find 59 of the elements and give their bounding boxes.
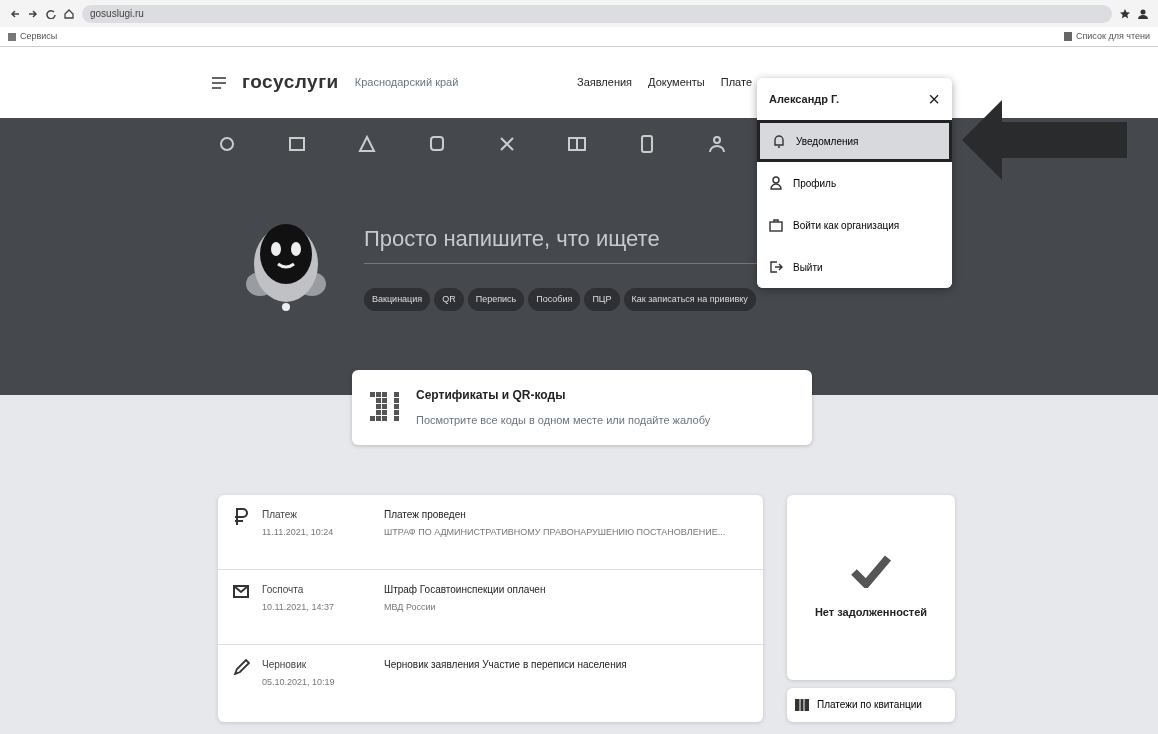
nav-link[interactable]: Заявления — [577, 74, 633, 91]
menu-item[interactable]: Уведомления — [757, 120, 952, 162]
qr-card[interactable]: Сертификаты и QR-коды Посмотрите все коды в одном месте или подайте жалобу — [352, 370, 812, 445]
menu-item[interactable]: Профиль — [757, 162, 952, 204]
close-button[interactable]: × — [928, 84, 940, 114]
nav-link[interactable]: Плате — [720, 74, 752, 91]
exit-icon — [769, 260, 783, 274]
triangle-icon[interactable] — [357, 134, 377, 154]
debt-status: Нет задолженностей — [814, 604, 928, 620]
event-title: Платеж проведен — [384, 507, 467, 522]
event-date: 11.11.2021, 10:24 — [262, 525, 335, 539]
search-chip[interactable]: Перепись — [467, 287, 525, 312]
ruble-icon — [232, 506, 250, 525]
receipt-payment-button[interactable]: Платежи по квитанции — [787, 687, 955, 722]
card-text: Посмотрите все коды в одном месте или подайте жалобу — [416, 413, 711, 428]
region-link[interactable]: Краснодарский край — [354, 74, 459, 91]
home-icon[interactable] — [64, 8, 74, 19]
card-title: Сертификаты и QR-коды — [416, 387, 567, 404]
event-type: Госпочта — [262, 582, 305, 597]
search-chip[interactable]: QR — [434, 287, 464, 312]
circle-icon[interactable] — [217, 134, 237, 154]
feed-item[interactable]: Госпочта 10.11.2021, 14:37 Штраф Госавтоинспекции оплачен МВД России — [218, 569, 763, 645]
back-icon[interactable] — [10, 8, 20, 19]
profile-icon[interactable] — [1138, 8, 1148, 19]
nav-link[interactable]: Документы — [648, 74, 705, 91]
menu-item[interactable]: Войти как организация — [757, 204, 952, 246]
event-title: Черновик заявления Участие в переписи населения — [384, 657, 627, 672]
feed-item[interactable]: Черновик 05.10.2021, 10:19 Черновик заявления Участие в переписи населения — [218, 644, 763, 720]
event-title: Штраф Госавтоинспекции оплачен — [384, 582, 546, 597]
briefcase-icon — [769, 218, 783, 232]
barcode-grid-icon — [795, 698, 809, 711]
site-logo[interactable]: госуслуги — [242, 68, 339, 97]
event-date: 05.10.2021, 10:19 — [262, 675, 336, 689]
menu-item[interactable]: Выйти — [757, 246, 952, 288]
event-type: Платеж — [262, 507, 298, 522]
checkmark-icon — [850, 553, 892, 588]
feed-item[interactable]: Платеж 11.11.2021, 10:24 Платеж проведен ШТРАФ ПО АДМИНИСТРАТИВНОМУ ПРАВОНАРУШЕНИЮ ПОСТАНОВЛЕНИЕ... — [218, 494, 763, 570]
search-chip[interactable]: Вакцинация — [364, 287, 431, 312]
menu-icon[interactable] — [212, 76, 226, 89]
event-date: 10.11.2021, 14:37 — [262, 600, 335, 614]
user-name: Александр Г. — [769, 91, 839, 107]
search-chip[interactable]: Пособия — [528, 287, 581, 312]
search-chip[interactable]: Как записаться на прививку — [623, 287, 756, 312]
person-icon — [769, 176, 783, 190]
address-bar[interactable]: gosuslugi.ru — [82, 4, 1112, 23]
person-icon[interactable] — [707, 134, 727, 154]
event-subtitle: ШТРАФ ПО АДМИНИСТРАТИВНОМУ ПРАВОНАРУШЕНИЮ ПОСТАНОВЛЕНИЕ... — [384, 525, 726, 539]
forward-icon[interactable] — [28, 8, 38, 19]
bookmark-link[interactable]: Сервисы — [20, 29, 58, 44]
event-type: Черновик — [262, 657, 308, 672]
event-subtitle: МВД России — [384, 600, 437, 614]
reload-icon[interactable] — [46, 8, 56, 19]
pencil-icon — [232, 656, 250, 675]
qr-code-icon — [370, 392, 400, 423]
book-icon[interactable] — [567, 134, 587, 154]
search-chip[interactable]: ПЦР — [584, 287, 620, 312]
star-icon[interactable] — [1120, 8, 1130, 19]
reading-list-link[interactable]: Список для чтени — [1075, 29, 1150, 44]
bell-icon — [772, 134, 786, 148]
